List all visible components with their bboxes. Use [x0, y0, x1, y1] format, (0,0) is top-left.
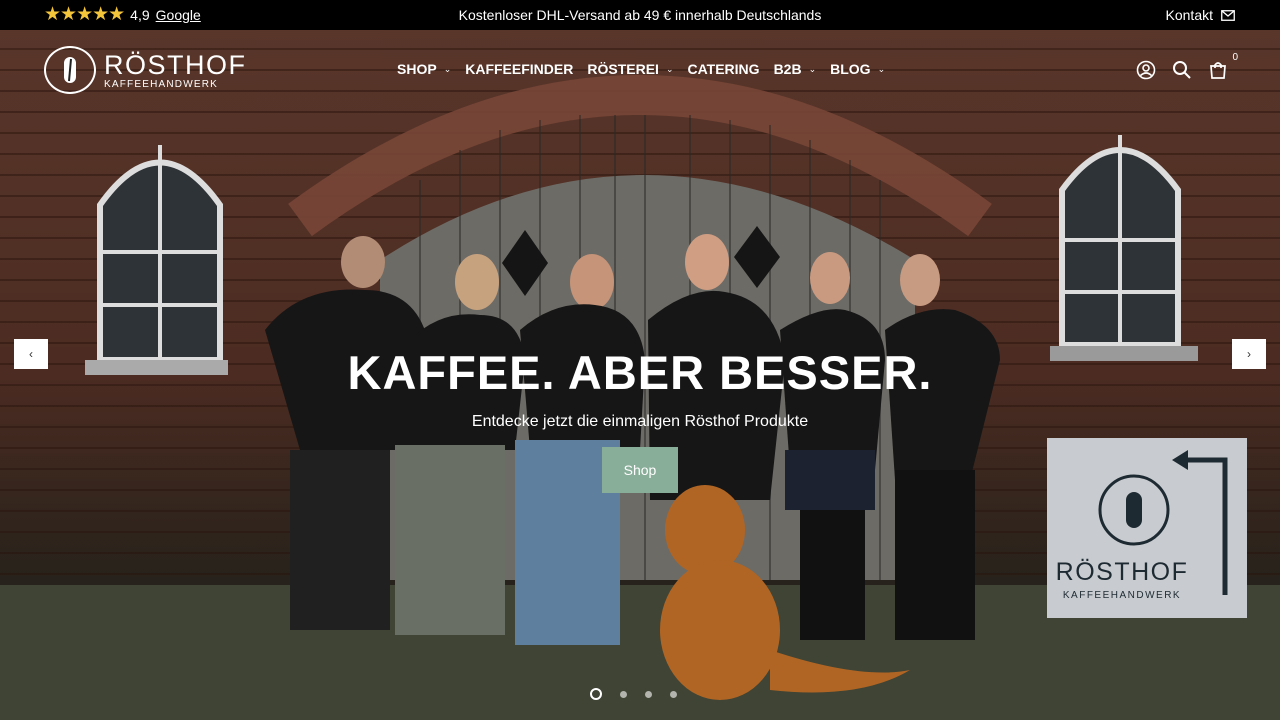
nav-label: BLOG — [830, 61, 871, 77]
chevron-down-icon: ⌄ — [877, 63, 886, 74]
hero-subtitle: Entdecke jetzt die einmaligen Rösthof Pr… — [471, 413, 809, 430]
nav-label: B2B — [773, 61, 802, 77]
nav-item-kaffeefinder[interactable]: KAFFEEFINDER — [465, 61, 573, 77]
announcement-bar: ★★★★★ 4,9 Google Kostenloser DHL-Versand… — [0, 0, 1280, 30]
slide-dot-2[interactable] — [620, 690, 627, 698]
slide-dot-3[interactable] — [645, 690, 652, 698]
logo-name: RÖSTHOF — [104, 49, 247, 80]
chevron-down-icon: ⌄ — [808, 63, 817, 74]
nav-label: SHOP — [397, 61, 437, 77]
header-actions: 0 — [1136, 52, 1238, 80]
nav-item-blog[interactable]: BLOG ⌄ — [830, 61, 885, 77]
nav-label: KAFFEEFINDER — [465, 61, 574, 77]
nav-item-roesterei[interactable]: RÖSTEREI ⌄ — [587, 61, 673, 77]
main-navigation: SHOP ⌄ KAFFEEFINDER RÖSTEREI ⌄ CATERING B2… — [397, 61, 885, 77]
search-icon[interactable] — [1172, 60, 1192, 80]
logo-bean-icon — [44, 46, 96, 94]
contact-label: Kontakt — [1165, 7, 1213, 23]
shop-button[interactable]: Shop — [602, 447, 678, 493]
cart-icon[interactable]: 0 — [1208, 52, 1238, 80]
chevron-left-icon: ‹ — [29, 347, 33, 361]
chevron-down-icon: ⌄ — [443, 63, 452, 74]
site-header: RÖSTHOF KAFFEEHANDWERK SHOP ⌄ KAFFEEFINDE… — [0, 30, 1280, 110]
slider-pagination — [590, 688, 677, 700]
logo-subtitle: KAFFEEHANDWERK — [104, 78, 219, 90]
slider-next-button[interactable]: › — [1232, 339, 1266, 369]
mail-icon — [1221, 9, 1235, 21]
cart-count-badge: 0 — [1232, 52, 1238, 63]
nav-label: CATERING — [687, 61, 760, 77]
site-logo[interactable]: RÖSTHOF KAFFEEHANDWERK — [44, 46, 247, 94]
slider-prev-button[interactable]: ‹ — [14, 339, 48, 369]
sign-sub: KAFFEEHANDWERK — [1062, 590, 1182, 601]
shipping-announcement: Kostenloser DHL-Versand ab 49 € innerhal… — [458, 7, 822, 23]
chevron-right-icon: › — [1247, 347, 1251, 361]
slide-dot-1[interactable] — [590, 688, 602, 700]
nav-item-catering[interactable]: CATERING — [687, 61, 759, 77]
slide-dot-4[interactable] — [670, 690, 677, 698]
nav-item-shop[interactable]: SHOP ⌄ — [397, 61, 451, 77]
contact-link[interactable]: Kontakt — [1166, 7, 1235, 23]
nav-item-b2b[interactable]: B2B ⌄ — [774, 61, 817, 77]
sign-name: RÖSTHOF — [1055, 558, 1189, 586]
account-icon[interactable] — [1136, 60, 1156, 80]
hero-title: KAFFEE. ABER BESSER. — [347, 346, 933, 399]
nav-label: RÖSTEREI — [587, 61, 659, 77]
chevron-down-icon: ⌄ — [665, 63, 674, 74]
